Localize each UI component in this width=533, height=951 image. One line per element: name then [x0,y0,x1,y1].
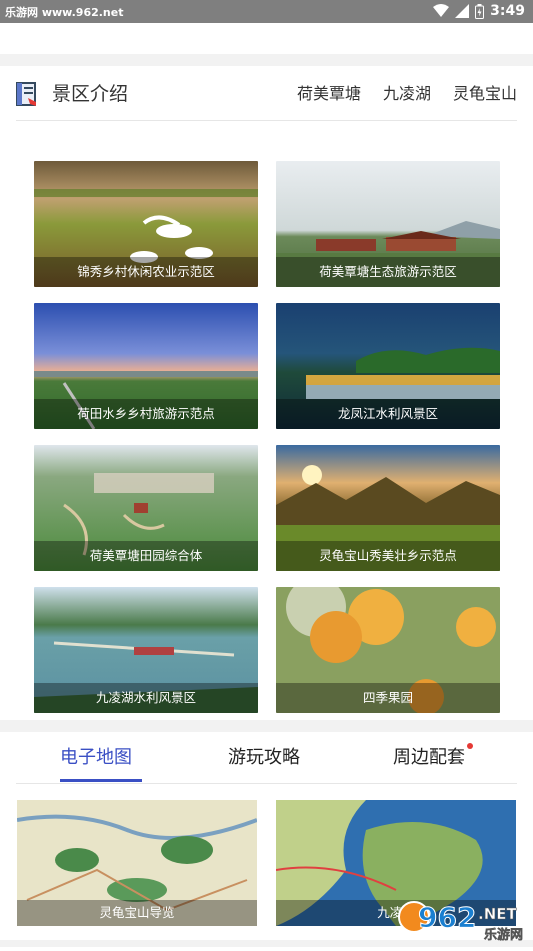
watermark-logo: 962 .NET 乐游网 [398,901,523,943]
tab-label: 周边配套 [393,747,465,768]
spot-card[interactable]: 荷美覃塘田园综合体 [34,445,258,571]
new-badge [467,743,473,749]
spot-card[interactable]: 荷田水乡乡村旅游示范点 [34,303,258,429]
map-card[interactable]: 灵龟宝山导览 [17,800,257,926]
tab-nearby[interactable]: 周边配套 [393,743,473,769]
section-gap [0,720,533,732]
spot-caption: 九凌湖水利风景区 [34,683,258,713]
tab-map[interactable]: 电子地图 [60,743,132,769]
tab-guide[interactable]: 游玩攻略 [228,743,300,769]
spot-card[interactable]: 荷美覃塘生态旅游示范区 [276,161,500,287]
signal-icon [455,4,470,18]
header-link-label: 荷美覃塘 [296,84,361,103]
watermark-suffix: .NET [478,905,517,923]
spot-card[interactable]: 四季果园 [276,587,500,713]
spot-caption: 荷美覃塘田园综合体 [34,541,258,571]
spot-caption: 荷美覃塘生态旅游示范区 [276,257,500,287]
map-caption: 灵龟宝山导览 [17,900,257,926]
spot-card[interactable]: 九凌湖水利风景区 [34,587,258,713]
spot-card[interactable]: 灵龟宝山秀美壮乡示范点 [276,445,500,571]
spot-card[interactable]: 龙凤江水利风景区 [276,303,500,429]
book-icon [16,82,36,106]
header-link-linggui[interactable]: 灵龟宝山 [453,80,517,104]
spot-caption: 荷田水乡乡村旅游示范点 [34,399,258,429]
battery-icon [475,3,485,19]
status-bar: 乐游网 www.962.net 3:49 [0,0,533,23]
status-time: 3:49 [490,3,525,19]
spot-caption: 锦秀乡村休闲农业示范区 [34,257,258,287]
scenic-intro-header: 景区介绍 荷美覃塘 九凌湖 灵龟宝山 [16,66,517,121]
status-site-text: 乐游网 www.962.net [5,6,124,19]
header-link-jiulinghu[interactable]: 九凌湖 [383,80,431,104]
spot-caption: 龙凤江水利风景区 [276,399,500,429]
site-watermark: 962 .NET 乐游网 [396,893,530,947]
wifi-icon [433,4,450,17]
spot-caption: 四季果园 [276,683,500,713]
status-icons: 3:49 [433,3,525,19]
info-tabs: 电子地图 游玩攻略 周边配套 [16,735,517,784]
header-links: 荷美覃塘 九凌湖 灵龟宝山 [297,80,517,104]
section-title: 景区介绍 [52,83,129,105]
watermark-brand: 962 [418,901,476,934]
watermark-sub: 乐游网 [484,927,523,943]
spot-card[interactable]: 锦秀乡村休闲农业示范区 [34,161,258,287]
spot-caption: 灵龟宝山秀美壮乡示范点 [276,541,500,571]
section-gap [0,54,533,66]
active-tab-indicator [60,779,142,782]
header-link-hemei[interactable]: 荷美覃塘 [297,80,361,104]
